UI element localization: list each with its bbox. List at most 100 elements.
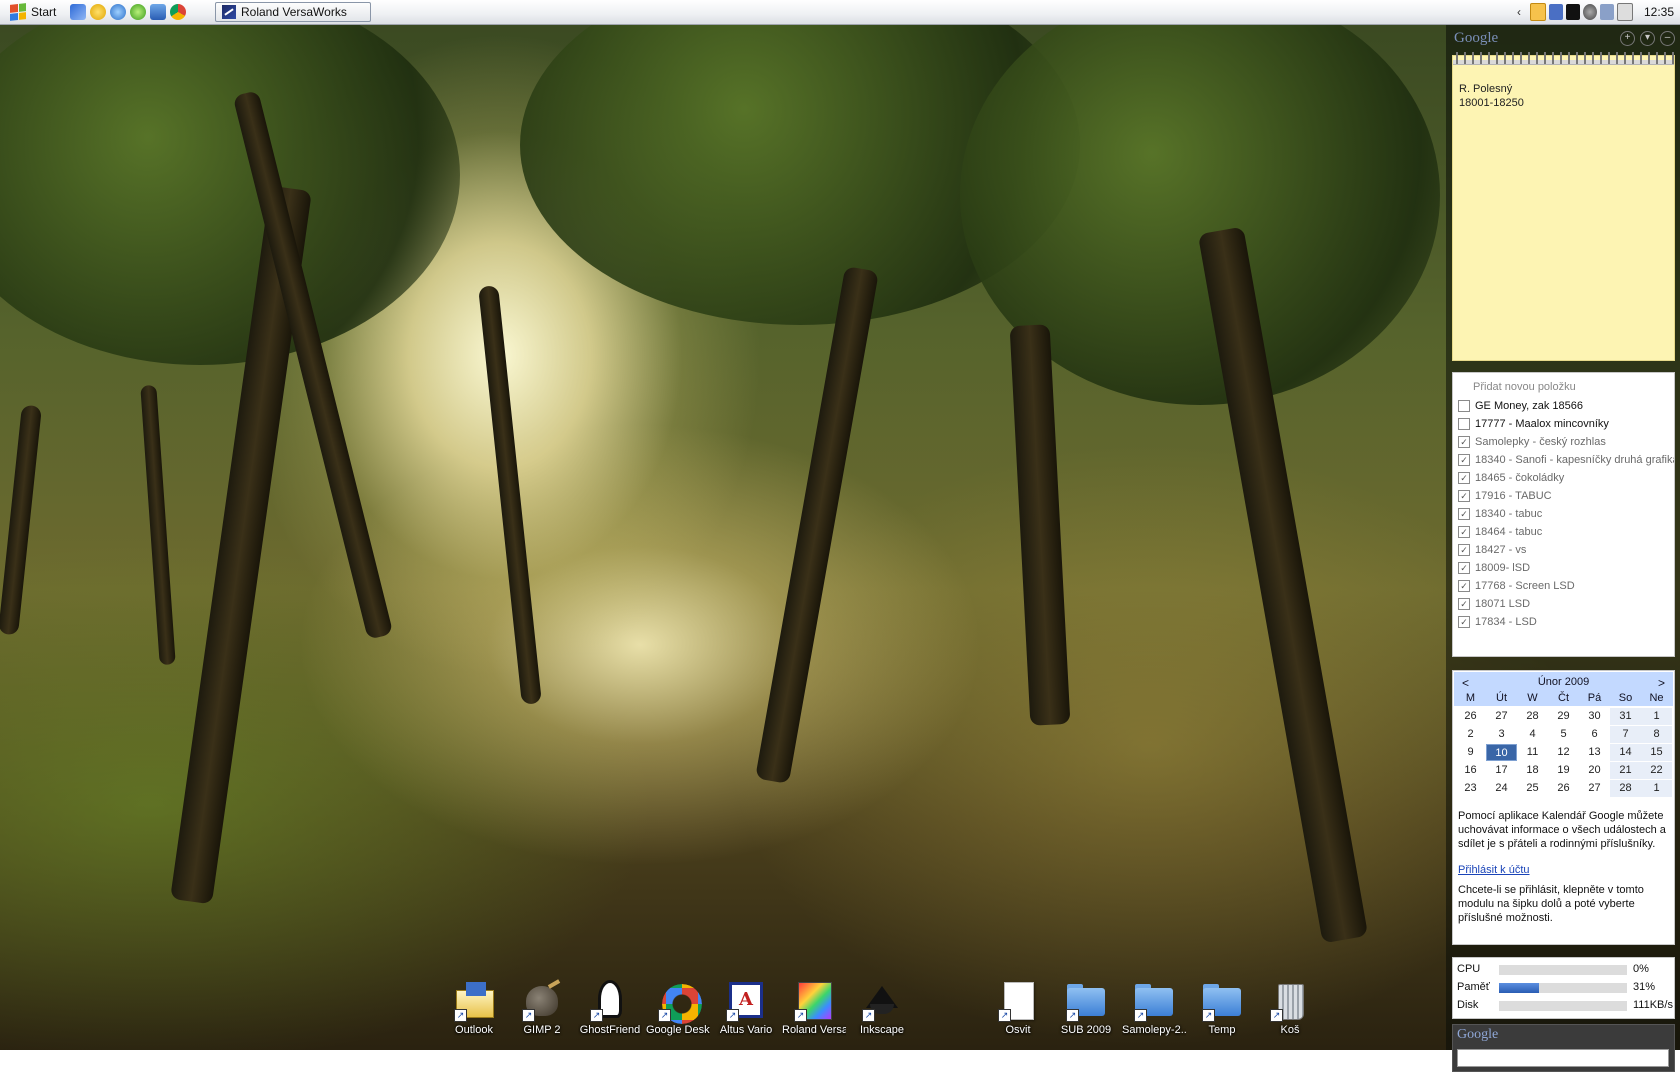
desktop-shortcut[interactable]: ↗ GhostFriend [578,978,642,1036]
calendar-day[interactable]: 15 [1641,744,1672,761]
taskbar-window-button[interactable]: Roland VersaWorks [215,2,371,22]
desktop-shortcut[interactable]: ↗ Samolepy-2... [1122,978,1186,1036]
calendar-day[interactable]: 16 [1455,762,1486,779]
calendar-day[interactable]: 6 [1579,726,1610,743]
calendar-day[interactable]: 30 [1579,708,1610,725]
calendar-day[interactable]: 22 [1641,762,1672,779]
checkbox-icon[interactable] [1458,418,1470,430]
calendar-day[interactable]: 14 [1610,744,1641,761]
volume-icon[interactable] [1582,4,1597,20]
calendar-day[interactable]: 17 [1486,762,1517,779]
task-item[interactable]: ✓ 18071 LSD [1458,596,1530,612]
task-item[interactable]: ✓ 18464 - tabuc [1458,524,1542,540]
checkbox-checked-icon[interactable]: ✓ [1458,508,1470,520]
calendar-day[interactable]: 23 [1455,780,1486,797]
calendar-tray-icon[interactable] [1616,3,1633,21]
calendar-day[interactable]: 2 [1455,726,1486,743]
calendar-day[interactable]: 27 [1579,780,1610,797]
window-icon[interactable] [150,4,166,20]
desktop-shortcut[interactable]: ↗ Outlook [442,978,506,1036]
desktop-shortcut[interactable]: ↗ GIMP 2 [510,978,574,1036]
calendar-day[interactable]: 9 [1455,744,1486,761]
favorites-star-icon[interactable] [90,4,106,20]
checkbox-icon[interactable] [1458,400,1470,412]
calendar-day[interactable]: 4 [1517,726,1548,743]
calendar-day[interactable]: 26 [1548,780,1579,797]
task-item[interactable]: 17777 - Maalox mincovníky [1458,416,1609,432]
calendar-day[interactable]: 29 [1548,708,1579,725]
refresh-green-icon[interactable] [130,4,146,20]
chrome-icon[interactable] [170,4,186,20]
calendar-day[interactable]: 28 [1517,708,1548,725]
settings-icon[interactable] [1599,4,1614,20]
add-gadget-icon[interactable]: + [1620,31,1635,46]
start-button[interactable]: Start [4,2,62,22]
calendar-day[interactable]: 12 [1548,744,1579,761]
desktop-shortcut[interactable]: ↗ Osvit [986,978,1050,1036]
task-item[interactable]: ✓ 18427 - vs [1458,542,1526,558]
calendar-day[interactable]: 25 [1517,780,1548,797]
monitor-icon[interactable] [1565,4,1580,20]
desktop-shortcut[interactable]: ↗ Koš [1258,978,1322,1036]
task-item[interactable]: ✓ 17768 - Screen LSD [1458,578,1575,594]
calendar-day[interactable]: 7 [1610,726,1641,743]
task-item[interactable]: ✓ 18340 - tabuc [1458,506,1542,522]
globe-icon[interactable] [110,4,126,20]
checkbox-checked-icon[interactable]: ✓ [1458,526,1470,538]
desktop-shortcut[interactable]: A ↗ Altus Vario [714,978,778,1036]
add-task-input[interactable]: Přidat novou položku [1473,381,1576,393]
checkbox-checked-icon[interactable]: ✓ [1458,436,1470,448]
calendar-day[interactable]: 8 [1641,726,1672,743]
desktop-shortcut[interactable]: ↗ SUB 2009 [1054,978,1118,1036]
task-item[interactable]: ✓ Samolepky - český rozhlas [1458,434,1606,450]
calendar-day[interactable]: 1 [1641,780,1672,797]
notification-icon[interactable] [1529,3,1546,21]
calendar-day[interactable]: 19 [1548,762,1579,779]
calendar-day[interactable]: 27 [1486,708,1517,725]
ie-icon[interactable] [70,4,86,20]
calendar-day[interactable]: 20 [1579,762,1610,779]
calendar-day[interactable]: 10 [1486,744,1517,761]
calendar-day[interactable]: 5 [1548,726,1579,743]
task-item[interactable]: ✓ 18465 - čokoládky [1458,470,1564,486]
clock[interactable]: 12:35 [1644,5,1674,19]
calendar-day[interactable]: 24 [1486,780,1517,797]
google-search-input[interactable] [1457,1049,1669,1067]
calendar-prev-button[interactable]: < [1462,676,1469,690]
tree-trunk [140,384,176,666]
desktop-shortcut[interactable]: ↗ Inkscape [850,978,914,1036]
checkbox-checked-icon[interactable]: ✓ [1458,580,1470,592]
network-icon[interactable] [1548,4,1563,20]
task-item[interactable]: ✓ 17834 - LSD [1458,614,1537,630]
calendar-day[interactable]: 18 [1517,762,1548,779]
checkbox-checked-icon[interactable]: ✓ [1458,454,1470,466]
calendar-next-button[interactable]: > [1658,676,1665,690]
task-item[interactable]: ✓ 17916 - TABUC [1458,488,1552,504]
desktop-shortcut[interactable]: ↗ Roland VersaWorks [782,978,846,1036]
calendar-day[interactable]: 1 [1641,708,1672,725]
chevron-left-icon[interactable]: ‹ [1517,5,1521,19]
task-item[interactable]: ✓ 18009- lSD [1458,560,1530,576]
calendar-day[interactable]: 21 [1610,762,1641,779]
calendar-day[interactable]: 26 [1455,708,1486,725]
calendar-day[interactable]: 3 [1486,726,1517,743]
checkbox-checked-icon[interactable]: ✓ [1458,562,1470,574]
calendar-day[interactable]: 13 [1579,744,1610,761]
calendar-login-link[interactable]: Přihlásit k účtu [1458,864,1530,876]
desktop-shortcut[interactable]: ↗ Temp [1190,978,1254,1036]
notepad-gadget[interactable]: R. Polesný 18001-18250 [1452,52,1675,361]
checkbox-checked-icon[interactable]: ✓ [1458,544,1470,556]
tree-trunk [0,404,42,636]
calendar-day[interactable]: 11 [1517,744,1548,761]
checkbox-checked-icon[interactable]: ✓ [1458,490,1470,502]
calendar-day[interactable]: 31 [1610,708,1641,725]
checkbox-checked-icon[interactable]: ✓ [1458,472,1470,484]
minimize-icon[interactable]: – [1660,31,1675,46]
task-item[interactable]: ✓ 18340 - Sanofi - kapesníčky druhá grafi… [1458,452,1674,468]
desktop-shortcut[interactable]: ↗ Google Desktop [646,978,710,1036]
calendar-day[interactable]: 28 [1610,780,1641,797]
task-item[interactable]: GE Money, zak 18566 [1458,398,1583,414]
checkbox-checked-icon[interactable]: ✓ [1458,598,1470,610]
menu-down-icon[interactable]: ▾ [1640,31,1655,46]
checkbox-checked-icon[interactable]: ✓ [1458,616,1470,628]
